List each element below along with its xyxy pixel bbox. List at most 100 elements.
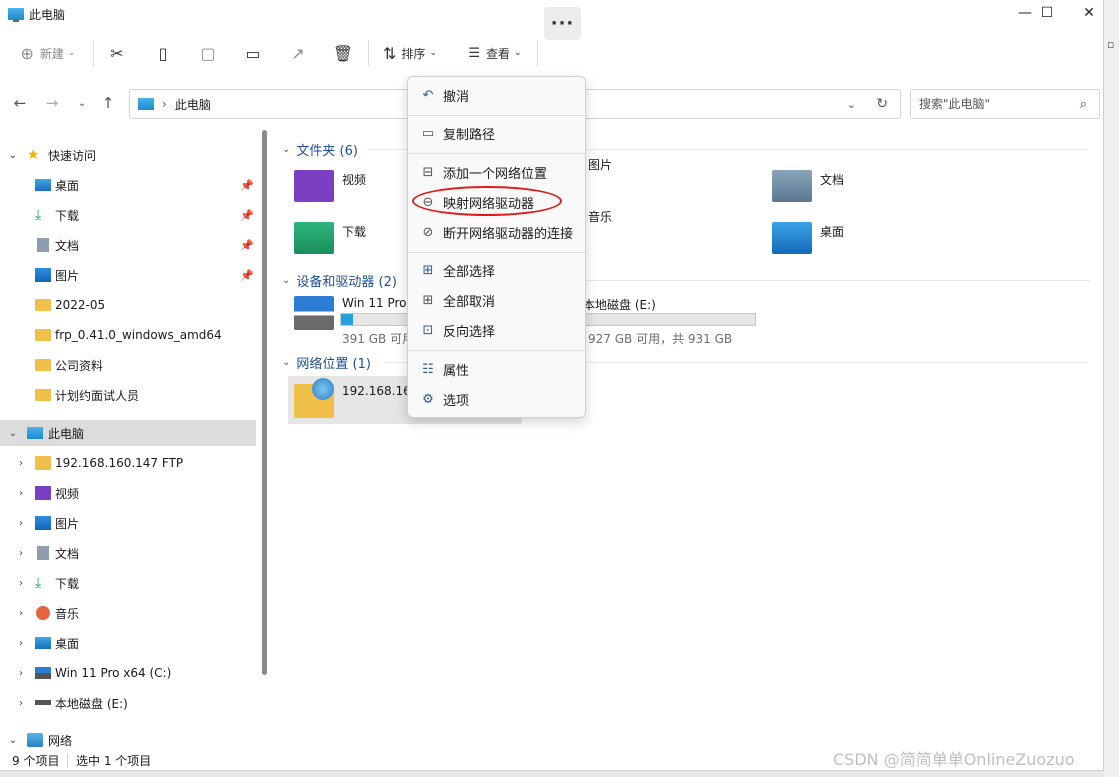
menu-separator [408,115,585,116]
menu-item-options[interactable]: ⚙ 选项 [412,385,582,413]
breadcrumb[interactable]: 此电脑 [175,96,211,113]
chevron-right-icon[interactable]: › [14,698,28,709]
chevron-down-icon[interactable]: ⌄ [282,357,290,368]
menu-item-select-none[interactable]: ⊞ 全部取消 [412,286,582,314]
section-header-devices[interactable]: ⌄ 设备和驱动器 (2) [282,271,397,290]
see-more-button[interactable]: ··· [544,7,581,40]
folder-tile-desktop[interactable]: 桌面 [772,222,844,254]
nav-quick-access[interactable]: ⌄ ★ 快速访问 [0,142,256,168]
chevron-right-icon[interactable]: › [14,638,28,649]
chevron-right-icon[interactable]: › [14,458,28,469]
nav-label: frp_0.41.0_windows_amd64 [55,328,222,342]
folder-tile-downloads[interactable]: 下载 [294,222,366,254]
forward-button[interactable]: → [40,92,64,114]
paste-button[interactable]: ▢ [195,37,221,69]
nav-item-downloads[interactable]: ⤓ 下载 📌 [0,202,256,228]
nav-label: 桌面 [55,178,80,193]
section-header-folders[interactable]: ⌄ 文件夹 (6) [282,140,358,159]
chevron-down-icon[interactable]: ⌄ [847,98,856,111]
nav-item-desktop[interactable]: 桌面 📌 [0,172,256,198]
chevron-right-icon[interactable]: › [14,488,28,499]
refresh-icon[interactable]: ↻ [876,96,888,112]
view-label: 查看 [486,46,511,61]
document-icon [37,238,49,252]
search-icon[interactable]: ⌕ [1080,97,1087,112]
menu-item-undo[interactable]: ↶ 撤消 [412,81,582,109]
videos-icon [35,486,51,500]
chevron-right-icon[interactable]: › [14,578,28,589]
nav-item-documents[interactable]: 文档 📌 [0,232,256,258]
menu-item-disconnect-network-drive[interactable]: ⊘ 断开网络驱动器的连接 [412,218,582,246]
menu-item-copy-path[interactable]: ▭ 复制路径 [412,119,582,147]
chevron-down-icon: ⌄ [429,48,437,58]
chevron-right-icon[interactable]: › [14,668,28,679]
music-icon [36,606,50,620]
folder-tile-videos[interactable]: 视频 [294,170,366,202]
nav-item-videos[interactable]: › 视频 [0,480,256,506]
pin-icon[interactable]: 📌 [240,239,254,252]
menu-item-invert-selection[interactable]: ⊡ 反向选择 [412,316,582,344]
chevron-right-icon[interactable]: › [162,97,167,111]
toolbar-separator [368,40,369,66]
recent-locations-button[interactable]: ⌄ [70,92,94,114]
menu-item-properties[interactable]: ☷ 属性 [412,355,582,383]
folder-label: 音乐 [588,210,613,224]
nav-item-downloads[interactable]: › ⤓ 下载 [0,570,256,596]
more-dots-icon: ··· [550,13,575,34]
nav-item-pictures[interactable]: 图片 📌 [0,262,256,288]
share-button[interactable]: ↗ [285,37,311,69]
pin-icon[interactable]: 📌 [240,269,254,282]
nav-item-desktop[interactable]: › 桌面 [0,630,256,656]
up-button[interactable]: ↑ [96,92,120,114]
rename-button[interactable]: ▭ [240,37,266,69]
window-title: 此电脑 [29,7,66,22]
chevron-down-icon[interactable]: ⌄ [282,144,290,155]
chevron-down-icon[interactable]: ⌄ [6,735,20,746]
sort-button[interactable]: ⇅ 排序 ⌄ [378,37,442,69]
new-button[interactable]: ⊕ 新建 ⌄ [14,37,82,69]
nav-item-music[interactable]: › 音乐 [0,600,256,626]
network-icon [27,733,43,747]
watermark: CSDN @简简单单OnlineZuozuo [833,750,1075,769]
menu-label: 属性 [443,363,470,379]
chevron-down-icon[interactable]: ⌄ [6,150,20,161]
chevron-right-icon[interactable]: › [14,548,28,559]
maximize-button[interactable]: ☐ [1025,0,1069,26]
delete-button[interactable]: 🗑 [330,37,356,69]
nav-item-folder[interactable]: frp_0.41.0_windows_amd64 [0,322,256,348]
back-button[interactable]: ← [8,92,32,114]
folder-label: 图片 [588,158,613,172]
maximize-icon: ☐ [1040,5,1054,21]
view-button[interactable]: ☰ 查看 ⌄ [462,37,528,69]
this-pc-icon [8,8,24,22]
menu-item-add-network-location[interactable]: ⊟ 添加一个网络位置 [412,158,582,186]
search-input[interactable] [919,97,1069,111]
pin-icon[interactable]: 📌 [240,209,254,222]
chevron-right-icon[interactable]: › [14,518,28,529]
chevron-down-icon[interactable]: ⌄ [282,275,290,286]
copy-button[interactable]: ▯ [150,37,176,69]
nav-item-folder[interactable]: 2022-05 [0,292,256,318]
nav-item-drive-e[interactable]: › 本地磁盘 (E:) [0,690,256,716]
menu-separator [408,350,585,351]
nav-this-pc[interactable]: ⌄ 此电脑 [0,420,256,446]
menu-item-select-all[interactable]: ⊞ 全部选择 [412,256,582,284]
nav-item-pictures[interactable]: › 图片 [0,510,256,536]
toolbar-separator [537,40,538,66]
nav-item-documents[interactable]: › 文档 [0,540,256,566]
desktop-icon [35,637,51,649]
pin-icon[interactable]: 📌 [240,179,254,192]
nav-item-folder[interactable]: 计划约面试人员 [0,382,256,408]
nav-item-ftp[interactable]: › 192.168.160.147 FTP [0,450,256,476]
search-box[interactable]: ⌕ [910,89,1100,119]
section-header-network[interactable]: ⌄ 网络位置 (1) [282,353,371,372]
nav-label: 计划约面试人员 [55,388,140,403]
nav-item-drive-c[interactable]: › Win 11 Pro x64 (C:) [0,660,256,686]
cut-button[interactable]: ✂ [104,37,130,69]
navigation-scrollbar[interactable] [262,130,267,675]
nav-item-folder[interactable]: 公司资料 [0,352,256,378]
folder-tile-documents[interactable]: 文档 [772,170,844,202]
chevron-right-icon[interactable]: › [14,608,28,619]
status-selected-count: 选中 1 个项目 [76,754,152,768]
chevron-down-icon[interactable]: ⌄ [6,428,20,439]
